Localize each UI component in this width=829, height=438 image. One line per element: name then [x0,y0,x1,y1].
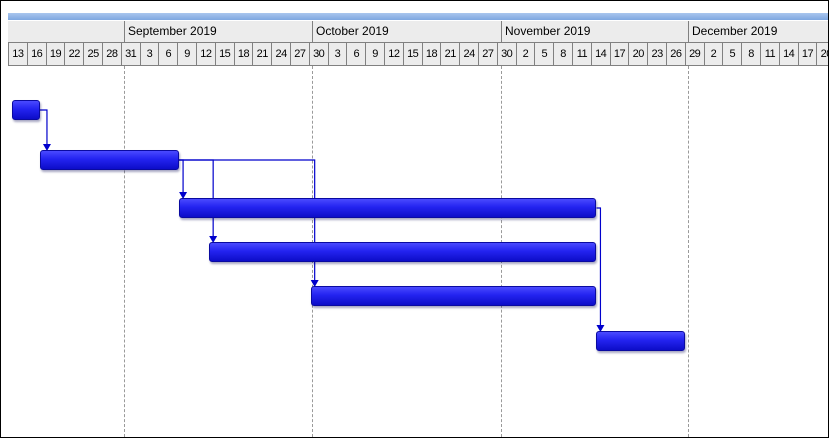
day-label: 3 [327,43,347,65]
day-label: 24 [271,43,290,65]
task-bar-task-2[interactable] [39,150,180,170]
day-label: 28 [102,43,121,65]
day-label: 12 [196,43,215,65]
task-bar-task-6[interactable] [596,331,685,351]
task-bar-task-4[interactable] [209,242,597,262]
day-label: 15 [402,43,422,65]
day-label: 16 [26,43,46,65]
gantt-chart-window: September 2019 October 2019 November 201… [0,0,829,438]
day-label: 23 [647,43,666,65]
day-label: 17 [797,43,817,65]
month-row: September 2019 October 2019 November 201… [8,21,828,43]
day-label: 3 [139,43,159,65]
day-label: 15 [214,43,234,65]
day-label: 22 [64,43,83,65]
day-label: 30 [496,43,516,65]
day-label: 21 [252,43,271,65]
month-label-december: December 2019 [688,21,828,42]
day-label: 18 [233,43,253,65]
day-label: 6 [346,43,365,65]
task-bar-task-5[interactable] [310,286,597,306]
day-label: 20 [628,43,647,65]
day-label: 17 [609,43,629,65]
day-label: 29 [684,43,704,65]
day-label: 27 [290,43,309,65]
day-label: 5 [534,43,553,65]
day-label: 26 [666,43,685,65]
task-bar-task-1[interactable] [11,100,40,120]
timescale-header: September 2019 October 2019 November 201… [8,21,828,66]
day-label: 13 [8,43,27,65]
month-label-november: November 2019 [501,21,688,42]
day-row: 13 16 19 22 25 28 31 3 6 9 12 15 18 21 24 27 30 3 6 9 12 15 18… [8,43,828,66]
day-label: 9 [177,43,196,65]
day-label: 27 [478,43,497,65]
day-label: 19 [45,43,65,65]
task-bar-task-3[interactable] [179,198,597,218]
month-label-october: October 2019 [312,21,501,42]
day-label: 21 [440,43,459,65]
day-label: 31 [120,43,140,65]
day-label: 11 [572,43,591,65]
day-label: 2 [515,43,535,65]
dependency-line [39,109,48,144]
day-label: 12 [384,43,403,65]
gantt-chart-area [8,66,828,437]
day-label: 11 [760,43,779,65]
day-label: 25 [83,43,102,65]
day-label: 18 [421,43,441,65]
day-label: 2 [703,43,723,65]
chart-title-strip [8,13,828,20]
day-label: 5 [722,43,741,65]
dependency-line [596,207,602,325]
dependency-line [179,159,316,280]
day-label: 8 [741,43,760,65]
day-label: 8 [553,43,572,65]
day-label: 30 [308,43,328,65]
day-label: 14 [590,43,610,65]
day-label: 9 [365,43,384,65]
dependency-line [179,159,184,192]
day-label: 20 [816,43,828,65]
month-label-september: September 2019 [124,21,312,42]
day-label: 6 [158,43,177,65]
day-label: 24 [459,43,478,65]
day-label: 14 [778,43,798,65]
